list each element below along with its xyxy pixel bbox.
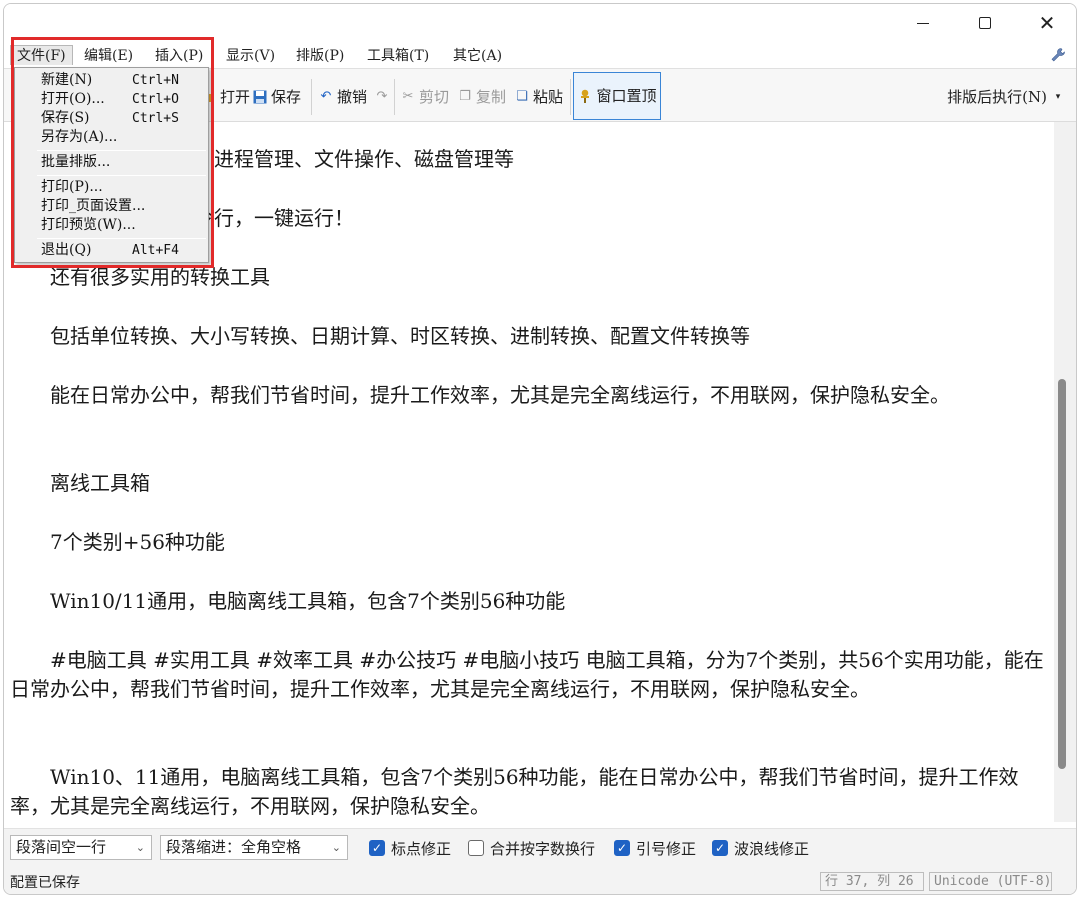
- highlight-box: [11, 37, 214, 268]
- vertical-scrollbar[interactable]: [1054, 122, 1076, 822]
- pin-window-label: 窗口置顶: [596, 87, 657, 105]
- chevron-down-icon: ⌄: [135, 841, 145, 854]
- maximize-button[interactable]: [954, 4, 1016, 42]
- chevron-down-icon: ▾: [1055, 92, 1061, 102]
- checkmark-icon: ✓: [614, 840, 630, 856]
- cursor-position: 行 37, 列 26: [820, 872, 924, 891]
- checkbox-empty-icon: [468, 840, 484, 856]
- wrench-icon[interactable]: [1050, 47, 1066, 63]
- paragraph-indent-value: 段落缩进：全角空格: [166, 838, 302, 856]
- copy-label: 复制: [476, 88, 507, 106]
- cut-button[interactable]: ✂ 剪切: [400, 85, 449, 109]
- exec-after-format-label: 排版后执行(N): [947, 88, 1047, 106]
- tilde-fix-checkbox[interactable]: ✓ 波浪线修正: [712, 837, 809, 859]
- pin-window-button[interactable]: 窗口置顶: [573, 72, 661, 120]
- merge-wordcount-checkbox[interactable]: 合并按字数换行: [468, 837, 595, 859]
- save-label: 保存: [271, 88, 302, 106]
- merge-wordcount-label: 合并按字数换行: [490, 839, 596, 858]
- undo-label: 撤销: [337, 88, 368, 106]
- paste-label: 粘贴: [533, 88, 564, 106]
- editor-line: 询、进程管理、文件操作、磁盘管理等: [174, 147, 514, 171]
- editor-line: 命令行，一键运行！: [174, 206, 354, 230]
- quote-fix-checkbox[interactable]: ✓ 引号修正: [614, 837, 696, 859]
- redo-icon: ↷: [376, 89, 388, 104]
- editor-line: 能在日常办公中，帮我们节省时间，提升工作效率，尤其是完全离线运行，不用联网，保护…: [10, 383, 950, 407]
- options-bar: 段落间空一行 ⌄ 段落缩进：全角空格 ⌄ ✓ 标点修正 合并按字数换行 ✓ 引号…: [4, 828, 1076, 866]
- toolbar-separator: [570, 79, 571, 115]
- undo-button[interactable]: ↶ 撤销: [318, 85, 367, 109]
- status-message: 配置已保存: [10, 875, 80, 891]
- scissors-icon: ✂: [402, 89, 414, 104]
- punct-fix-checkbox[interactable]: ✓ 标点修正: [369, 837, 451, 859]
- undo-icon: ↶: [320, 89, 332, 104]
- toolbar-separator: [311, 79, 312, 115]
- paragraph-indent-select[interactable]: 段落缩进：全角空格 ⌄: [160, 835, 348, 860]
- app-window: ✕ 文件(F) 编辑(E) 插入(P) 显示(V) 排版(P) 工具箱(T) 其…: [3, 3, 1077, 895]
- encoding-indicator: Unicode (UTF-8): [929, 872, 1052, 891]
- redo-button[interactable]: ↷: [374, 85, 390, 109]
- exec-after-format-dropdown[interactable]: 排版后执行(N) ▾: [947, 85, 1066, 109]
- menu-view[interactable]: 显示(V): [220, 46, 281, 66]
- minimize-icon: [917, 22, 929, 24]
- minimize-button[interactable]: [892, 4, 954, 42]
- editor-line: 离线工具箱: [10, 471, 150, 495]
- paste-icon: ❏: [516, 89, 528, 104]
- paragraph-spacing-select[interactable]: 段落间空一行 ⌄: [10, 835, 152, 860]
- tilde-fix-label: 波浪线修正: [734, 839, 810, 858]
- save-button[interactable]: 保存: [252, 85, 301, 109]
- chevron-down-icon: ⌄: [331, 841, 341, 854]
- pin-icon: [577, 88, 593, 104]
- checkmark-icon: ✓: [712, 840, 728, 856]
- checkmark-icon: ✓: [369, 840, 385, 856]
- floppy-save-icon: [252, 89, 268, 105]
- editor-line: Win10、11通用，电脑离线工具箱，包含7个类别56种功能，能在日常办公中，帮…: [10, 765, 1019, 818]
- paragraph-spacing-value: 段落间空一行: [16, 838, 107, 856]
- copy-icon: ❐: [459, 89, 471, 104]
- quote-fix-label: 引号修正: [636, 839, 697, 858]
- maximize-icon: [979, 17, 991, 29]
- scrollbar-thumb[interactable]: [1058, 379, 1066, 769]
- toolbar-separator: [394, 79, 395, 115]
- close-icon: ✕: [1038, 11, 1056, 35]
- status-bar: 配置已保存 行 37, 列 26 Unicode (UTF-8): [4, 866, 1076, 894]
- copy-button[interactable]: ❐ 复制: [457, 85, 506, 109]
- editor-line: #电脑工具 #实用工具 #效率工具 #办公技巧 #电脑小技巧 电脑工具箱，分为7…: [10, 648, 1044, 701]
- punct-fix-label: 标点修正: [391, 839, 452, 858]
- open-label: 打开: [220, 88, 251, 106]
- paste-button[interactable]: ❏ 粘贴: [514, 85, 563, 109]
- cut-label: 剪切: [419, 88, 450, 106]
- close-button[interactable]: ✕: [1016, 4, 1076, 42]
- menu-other[interactable]: 其它(A): [447, 46, 508, 66]
- editor-line: 包括单位转换、大小写转换、日期计算、时区转换、进制转换、配置文件转换等: [10, 324, 750, 348]
- menu-toolbox[interactable]: 工具箱(T): [361, 46, 435, 66]
- editor-line: Win10/11通用，电脑离线工具箱，包含7个类别56种功能: [10, 589, 566, 613]
- menu-format[interactable]: 排版(P): [290, 46, 350, 66]
- editor-line: 7个类别+56种功能: [10, 530, 225, 554]
